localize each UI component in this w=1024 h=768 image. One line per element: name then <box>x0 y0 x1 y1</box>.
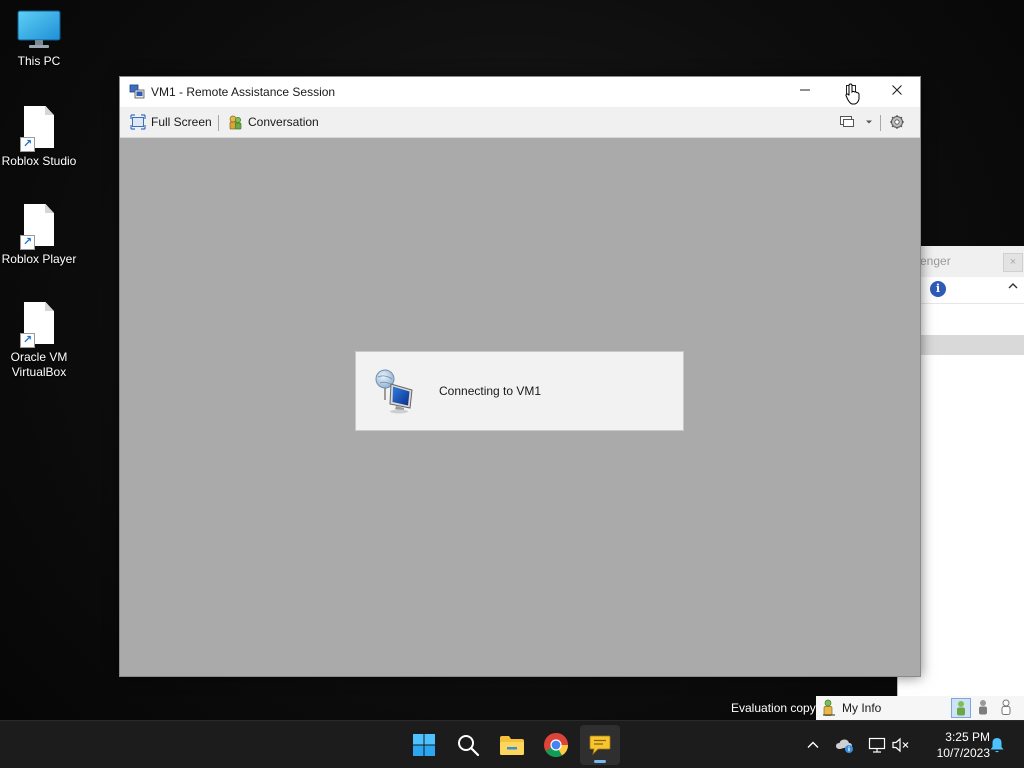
chrome-button[interactable] <box>536 725 576 765</box>
remote-session-area[interactable]: Connecting to VM1 <box>120 138 920 676</box>
display-settings-icon <box>840 116 854 127</box>
display-settings-button[interactable] <box>839 107 860 137</box>
minimize-icon <box>800 89 810 91</box>
conversation-icon <box>229 115 242 130</box>
close-icon[interactable]: × <box>1003 253 1023 272</box>
start-icon <box>413 734 435 756</box>
monitor-icon <box>17 10 61 48</box>
file-shortcut-icon: ↗ <box>20 204 56 250</box>
remote-assistance-icon <box>129 84 145 99</box>
gear-icon <box>890 115 904 129</box>
chevron-up-icon <box>807 741 819 748</box>
full-screen-icon <box>130 114 146 130</box>
help-settings-button[interactable] <box>889 107 910 137</box>
info-icon[interactable]: i <box>930 281 946 297</box>
taskbar: 3:25 PM 10/7/2023 <box>0 720 1024 768</box>
messenger-taskbar-button[interactable] <box>580 725 620 765</box>
toolbar-separator <box>880 115 881 131</box>
close-button[interactable] <box>874 77 920 107</box>
desktop-icon-this-pc[interactable]: This PC <box>0 10 78 69</box>
desktop-icon-label: Oracle VM VirtualBox <box>10 350 68 379</box>
window-toolbar: Full Screen Conversation <box>120 107 920 138</box>
search-icon <box>458 735 480 757</box>
display-settings-dropdown[interactable] <box>865 107 873 137</box>
volume-muted-icon <box>892 737 909 753</box>
remote-assistance-window[interactable]: VM1 - Remote Assistance Session Full Scr… <box>119 76 921 677</box>
connecting-status-text: Connecting to VM1 <box>439 384 542 398</box>
file-explorer-button[interactable] <box>492 725 532 765</box>
file-explorer-icon <box>500 736 524 755</box>
mouse-cursor-icon <box>845 83 860 105</box>
desktop-icon-roblox-player[interactable]: ↗ Roblox Player <box>0 204 78 267</box>
show-hidden-icons-button[interactable] <box>802 734 824 756</box>
notifications-button[interactable] <box>986 734 1008 756</box>
onedrive-tray-button[interactable] <box>834 734 856 756</box>
window-titlebar[interactable]: VM1 - Remote Assistance Session <box>120 77 920 107</box>
cloud-info-icon <box>836 739 853 753</box>
chrome-icon <box>544 733 568 758</box>
bell-icon <box>990 738 1004 753</box>
messenger-title: enger <box>920 254 951 268</box>
status-offline-icon[interactable] <box>997 698 1017 718</box>
network-tray-button[interactable] <box>866 734 888 756</box>
start-button[interactable] <box>404 725 444 765</box>
desktop-icon-label: This PC <box>17 54 61 68</box>
messenger-icon <box>589 735 611 756</box>
taskbar-clock[interactable]: 3:25 PM 10/7/2023 <box>918 729 990 761</box>
close-icon <box>892 85 902 95</box>
search-button[interactable] <box>448 725 488 765</box>
toolbar-separator <box>218 115 219 131</box>
file-shortcut-icon: ↗ <box>20 106 56 152</box>
my-info-label[interactable]: My Info <box>842 696 881 720</box>
network-connection-icon <box>375 369 413 414</box>
chevron-up-icon[interactable] <box>1007 280 1019 295</box>
conversation-label: Conversation <box>248 115 319 129</box>
clock-time: 3:25 PM <box>945 730 990 744</box>
file-shortcut-icon: ↗ <box>20 302 56 348</box>
network-icon <box>868 737 886 753</box>
my-info-icon <box>823 699 835 716</box>
messenger-status-bar: My Info <box>816 696 1024 720</box>
chevron-down-icon <box>866 120 872 124</box>
status-online-icon[interactable] <box>951 698 971 718</box>
full-screen-button[interactable]: Full Screen <box>130 107 212 137</box>
evaluation-copy-text: Evaluation copy <box>731 701 816 715</box>
status-away-icon[interactable] <box>974 698 994 718</box>
window-title: VM1 - Remote Assistance Session <box>151 85 336 99</box>
desktop-icon-label: Roblox Studio <box>1 154 77 168</box>
connecting-panel: Connecting to VM1 <box>355 351 684 431</box>
desktop-icon-roblox-studio[interactable]: ↗ Roblox Studio <box>0 106 78 169</box>
conversation-button[interactable]: Conversation <box>227 107 319 137</box>
desktop-icon-label: Roblox Player <box>1 252 77 266</box>
full-screen-label: Full Screen <box>151 115 212 129</box>
minimize-button[interactable] <box>782 77 828 107</box>
desktop-icon-virtualbox[interactable]: ↗ Oracle VM VirtualBox <box>0 302 78 380</box>
clock-date: 10/7/2023 <box>936 746 990 760</box>
active-indicator <box>594 760 606 763</box>
volume-tray-button[interactable] <box>890 734 912 756</box>
